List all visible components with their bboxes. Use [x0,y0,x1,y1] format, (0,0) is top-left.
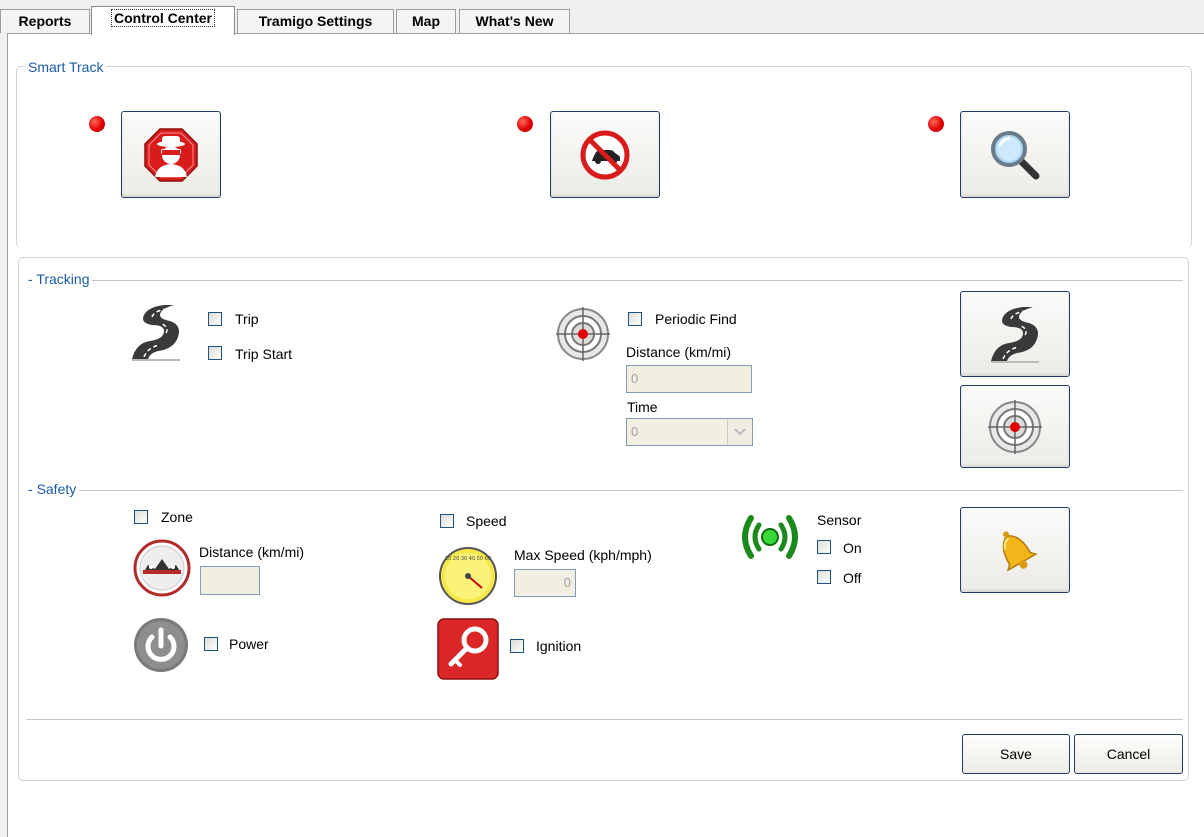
tab-label: What's New [475,13,554,29]
periodic-find-checkbox[interactable] [628,312,642,326]
find-button[interactable] [960,111,1070,198]
thief-alert-icon [144,127,198,182]
sensor-on-checkbox[interactable] [817,540,831,554]
time-select[interactable]: 0 [626,418,753,446]
road-icon [991,307,1039,363]
tab-label: Control Center [111,9,215,27]
trip-start-checkbox[interactable] [208,346,222,360]
trip-start-label: Trip Start [235,346,293,362]
sensor-off-label: Off [843,570,862,586]
tab-control-center[interactable]: Control Center [91,6,235,35]
status-dot-thief [89,116,105,132]
speed-label: Speed [466,513,507,529]
time-select-value: 0 [631,424,639,439]
key-icon [437,618,499,680]
trip-checkbox[interactable] [208,312,222,326]
status-dot-no-car [517,116,533,132]
tracking-divider [26,280,1183,281]
save-button[interactable]: Save [962,734,1070,774]
power-label: Power [229,636,269,652]
safety-divider [26,490,1183,491]
road-icon [132,305,180,361]
distance-label: Distance (km/mi) [626,344,732,360]
gauge-ticks: 10 20 30 40 50 60 [445,556,491,562]
max-speed-label: Max Speed (kph/mph) [514,547,652,563]
chevron-down-icon[interactable] [727,420,751,444]
sensor-on-label: On [843,540,862,556]
max-speed-input[interactable]: 0 [514,569,576,597]
zone-icon [133,539,191,597]
power-checkbox[interactable] [204,637,218,651]
tab-whats-new[interactable]: What's New [459,9,570,33]
tab-reports[interactable]: Reports [0,9,90,33]
zone-checkbox[interactable] [134,510,148,524]
cancel-button[interactable]: Cancel [1074,734,1183,774]
alert-button[interactable] [960,507,1070,593]
zone-distance-input[interactable] [200,566,260,595]
tab-tramigo-settings[interactable]: Tramigo Settings [237,9,394,33]
footer-divider [26,719,1183,720]
no-car-icon [580,130,630,179]
ignition-checkbox[interactable] [510,639,524,653]
periodic-find-label: Periodic Find [655,311,737,327]
sensor-icon [742,515,798,559]
tab-map[interactable]: Map [396,9,456,33]
ignition-label: Ignition [536,638,582,654]
tab-label: Reports [18,13,72,29]
trip-button[interactable] [960,291,1070,377]
tab-bar: Reports Control Center Tramigo Settings … [0,0,1204,35]
sensor-off-checkbox[interactable] [817,570,831,584]
power-icon [134,618,188,672]
target-icon [988,399,1042,454]
zone-label: Zone [161,509,193,525]
no-car-button[interactable] [550,111,660,198]
zone-distance-label: Distance (km/mi) [199,544,305,560]
sensor-label: Sensor [817,512,862,528]
tab-label: Tramigo Settings [258,13,373,29]
tracking-title: - Tracking [25,271,93,287]
tracking-title-text: Tracking [36,271,90,287]
time-label: Time [627,399,658,415]
target-icon [556,307,610,361]
tab-label: Map [412,13,440,29]
periodic-find-button[interactable] [960,385,1070,468]
distance-input[interactable]: 0 [626,365,752,393]
safety-title-text: Safety [36,481,77,497]
safety-title: - Safety [25,481,80,497]
magnifier-icon [991,130,1040,179]
status-dot-find [928,116,944,132]
speed-checkbox[interactable] [440,514,454,528]
bell-icon [1002,531,1038,572]
thief-alert-button[interactable] [121,111,221,198]
trip-label: Trip [235,311,259,327]
speedometer-icon: 10 20 30 40 50 60 [439,547,497,605]
smart-track-title: Smart Track [25,59,107,75]
